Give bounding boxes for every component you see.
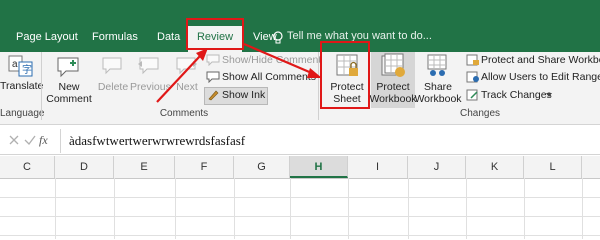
arrow-to-review-tab	[156, 55, 201, 103]
arrow-head-protect	[307, 68, 322, 78]
annotation-arrows	[156, 42, 322, 103]
arrow-to-protect-sheet	[243, 42, 315, 76]
